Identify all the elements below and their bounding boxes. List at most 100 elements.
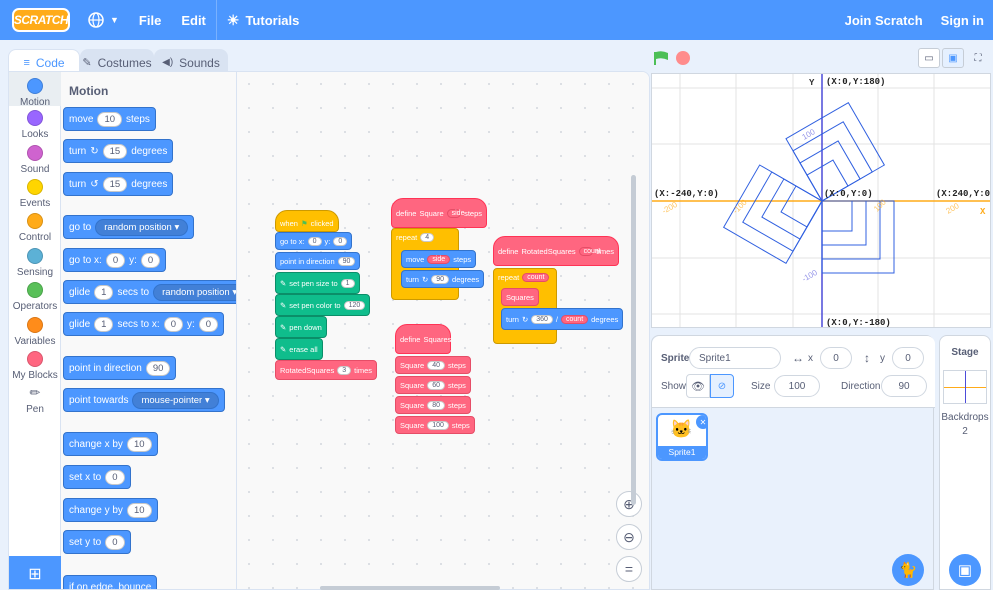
show-hidden-button[interactable]: ⊘: [710, 374, 734, 398]
point-direction-block[interactable]: point in direction 90: [63, 356, 177, 380]
move-steps-block[interactable]: move side steps: [401, 250, 477, 268]
erase-all-block[interactable]: ✎ erase all: [275, 338, 323, 360]
point-towards-block[interactable]: point towards mouse-pointer ▾: [63, 388, 225, 412]
arg-reporter[interactable]: count: [522, 273, 550, 282]
y-input[interactable]: 0: [198, 316, 219, 332]
category-sound[interactable]: Sound: [9, 145, 61, 175]
set-pen-size-block[interactable]: ✎ set pen size to 1: [275, 272, 360, 294]
sprite-thumbnail[interactable]: 🐱 ✕ Sprite1: [656, 413, 708, 461]
size-input[interactable]: 80: [427, 400, 445, 410]
backdrop-thumbnail[interactable]: [943, 370, 987, 404]
squares-call-block[interactable]: Squares: [501, 288, 539, 306]
show-visible-button[interactable]: 👁: [686, 374, 710, 398]
go-to-dropdown[interactable]: random position ▾: [95, 218, 189, 236]
rotated-squares-call-block[interactable]: RotatedSquares 3 times: [275, 360, 378, 380]
repeat-input[interactable]: 4: [420, 233, 435, 242]
sprite-name-field[interactable]: Sprite1: [689, 347, 781, 369]
y-input[interactable]: 0: [140, 252, 161, 268]
stop-button[interactable]: [676, 51, 690, 65]
count-input[interactable]: 3: [337, 365, 352, 375]
category-pen[interactable]: ✏ Pen: [9, 385, 61, 415]
zoom-reset-button[interactable]: =: [616, 556, 642, 582]
point-direction-block[interactable]: point in direction 90: [275, 252, 361, 270]
category-variables[interactable]: Variables: [9, 317, 61, 347]
change-x-input[interactable]: 10: [126, 436, 152, 452]
set-pen-color-block[interactable]: ✎ set pen color to 120: [275, 294, 371, 316]
y-field[interactable]: 0: [892, 347, 924, 369]
category-sensing[interactable]: Sensing: [9, 248, 61, 278]
sign-in-link[interactable]: Sign in: [932, 0, 993, 40]
change-x-block[interactable]: change x by 10: [63, 432, 158, 456]
arg-reporter[interactable]: count: [561, 314, 589, 324]
size-field[interactable]: 100: [774, 375, 820, 397]
change-y-block[interactable]: change y by 10: [63, 498, 158, 522]
square-call-block[interactable]: Square 100 steps: [395, 416, 475, 434]
degrees-input[interactable]: 360: [531, 314, 553, 324]
language-menu[interactable]: ▼: [78, 0, 129, 40]
small-stage-button[interactable]: ▭: [918, 48, 940, 68]
turn-right-block[interactable]: turn ↻ 15 degrees: [63, 139, 174, 163]
stage-selector[interactable]: Stage Backdrops 2 ▣: [939, 335, 991, 590]
secs-input[interactable]: 1: [94, 284, 114, 300]
zoom-out-button[interactable]: ⊖: [616, 524, 642, 550]
add-extension-button[interactable]: ⊞: [9, 556, 61, 589]
set-x-input[interactable]: 0: [105, 469, 125, 485]
define-rotated-squares-block[interactable]: define RotatedSquares count times: [493, 236, 619, 266]
repeat-block[interactable]: repeat count: [493, 268, 557, 344]
pen-size-input[interactable]: 1: [340, 278, 355, 288]
square-call-block[interactable]: Square 40 steps: [395, 356, 471, 374]
set-x-block[interactable]: set x to 0: [63, 465, 131, 489]
x-field[interactable]: 0: [820, 347, 852, 369]
delete-sprite-button[interactable]: ✕: [696, 415, 706, 429]
direction-field[interactable]: 90: [881, 375, 927, 397]
change-y-input[interactable]: 10: [126, 502, 152, 518]
degrees-input[interactable]: 90: [431, 274, 450, 284]
go-to-xy-block[interactable]: go to x: 0 y: 0: [63, 248, 167, 272]
square-call-block[interactable]: Square 60 steps: [395, 376, 471, 394]
script-workspace[interactable]: when ⚑ clicked go to x: 0 y: 0 point in direc…: [237, 72, 649, 589]
when-flag-clicked-block[interactable]: when ⚑ clicked: [275, 210, 339, 232]
zoom-in-button[interactable]: ⊕: [616, 491, 642, 517]
workspace-horizontal-scrollbar[interactable]: [320, 586, 500, 590]
glide-dropdown[interactable]: random position ▾: [153, 283, 236, 301]
point-towards-dropdown[interactable]: mouse-pointer ▾: [132, 391, 219, 409]
category-control[interactable]: Control: [9, 213, 61, 243]
add-backdrop-button[interactable]: ▣: [949, 554, 981, 586]
degrees-input[interactable]: 15: [102, 176, 128, 192]
edit-menu[interactable]: Edit: [171, 0, 216, 40]
secs-input[interactable]: 1: [94, 316, 114, 332]
turn-block[interactable]: turn ↻ 90 degrees: [401, 270, 485, 288]
pen-color-input[interactable]: 120: [343, 300, 366, 310]
category-motion[interactable]: Motion: [9, 72, 61, 108]
steps-input[interactable]: 10: [97, 111, 123, 127]
glide-block[interactable]: glide 1 secs to random position ▾: [63, 280, 236, 304]
file-menu[interactable]: File: [129, 0, 171, 40]
add-sprite-button[interactable]: 🐈: [892, 554, 924, 586]
go-to-xy-block[interactable]: go to x: 0 y: 0: [275, 232, 353, 250]
set-y-block[interactable]: set y to 0: [63, 530, 131, 554]
size-input[interactable]: 100: [427, 420, 449, 430]
set-y-input[interactable]: 0: [105, 534, 125, 550]
go-to-block[interactable]: go to random position ▾: [63, 215, 195, 239]
glide-xy-block[interactable]: glide 1 secs to x: 0 y: 0: [63, 312, 225, 336]
direction-input[interactable]: 90: [337, 256, 356, 266]
stage-canvas[interactable]: Y (X:0,Y:180) (X:0,Y:-180) (X:-240,Y:0) …: [651, 73, 991, 328]
move-steps-block[interactable]: move 10 steps: [63, 107, 156, 131]
turn-block[interactable]: turn ↻ 360/count degrees: [501, 308, 624, 330]
x-input[interactable]: 0: [105, 252, 126, 268]
define-squares-block[interactable]: define Squares: [395, 324, 451, 354]
scratch-logo[interactable]: SCRATCH: [12, 8, 70, 32]
x-input[interactable]: 0: [163, 316, 183, 332]
tutorials-button[interactable]: ☀ Tutorials: [217, 0, 310, 40]
y-input[interactable]: 0: [333, 236, 348, 246]
turn-left-block[interactable]: turn ↺ 15 degrees: [63, 172, 174, 196]
large-stage-button[interactable]: ▣: [942, 48, 964, 68]
category-events[interactable]: Events: [9, 179, 61, 209]
green-flag-button[interactable]: [654, 51, 670, 65]
category-looks[interactable]: Looks: [9, 110, 61, 140]
arg-reporter[interactable]: side: [446, 208, 464, 218]
arg-reporter[interactable]: side: [427, 254, 451, 264]
arg-reporter[interactable]: count: [578, 246, 601, 256]
size-input[interactable]: 40: [427, 360, 445, 370]
x-input[interactable]: 0: [307, 236, 322, 246]
